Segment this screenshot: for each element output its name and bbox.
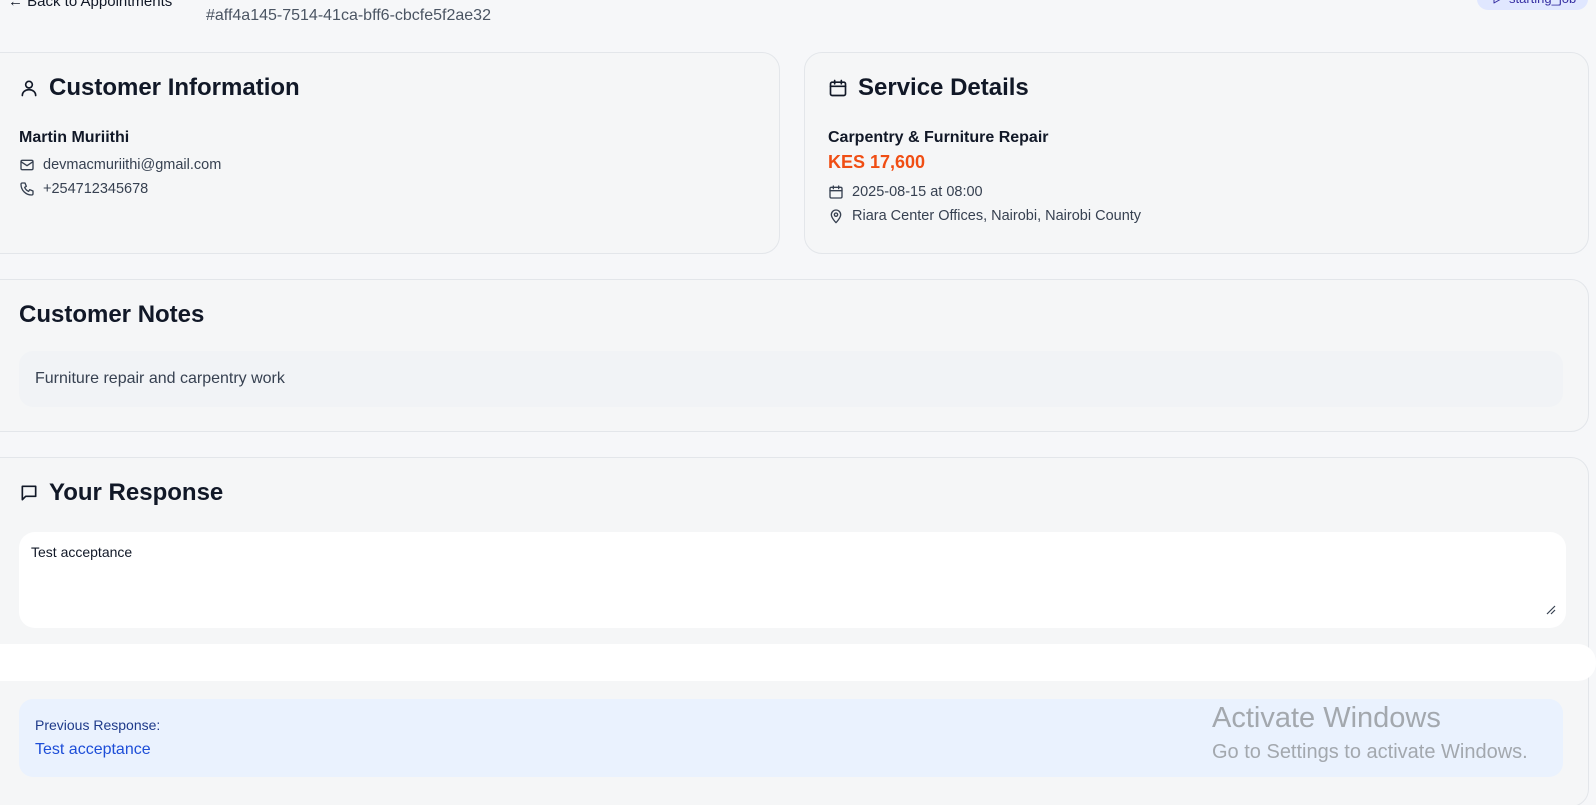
map-pin-icon (828, 208, 844, 224)
customer-phone-row: +254712345678 (19, 181, 148, 197)
service-datetime: 2025-08-15 at 08:00 (852, 184, 983, 200)
customer-information-card: Customer Information Martin Muriithi dev… (0, 52, 780, 254)
calendar-icon (828, 184, 844, 200)
status-badge-label: starting_job (1509, 0, 1576, 10)
customer-email[interactable]: devmacmuriithi@gmail.com (43, 157, 221, 173)
watermark-title: Activate Windows (1212, 702, 1441, 734)
action-strip (0, 644, 1596, 681)
customer-name: Martin Muriithi (19, 129, 130, 146)
service-details-heading: Service Details (828, 74, 1029, 102)
customer-notes-card: Customer Notes Furniture repair and carp… (0, 279, 1589, 432)
customer-information-heading: Customer Information (19, 74, 300, 102)
top-bar: ← Back to Appointments #aff4a145-7514-41… (0, 0, 1596, 40)
customer-information-title: Customer Information (49, 74, 300, 101)
service-location-row: Riara Center Offices, Nairobi, Nairobi C… (828, 208, 1141, 224)
customer-notes-title: Customer Notes (19, 301, 205, 328)
response-input-wrapper (19, 532, 1566, 628)
customer-notes-box: Furniture repair and carpentry work (19, 351, 1563, 407)
your-response-title: Your Response (49, 479, 224, 506)
customer-phone[interactable]: +254712345678 (43, 181, 148, 197)
response-textarea[interactable] (19, 532, 1566, 628)
phone-icon (19, 181, 35, 197)
message-square-icon (19, 483, 39, 503)
resize-handle-icon[interactable] (1544, 602, 1556, 620)
appointment-id: #aff4a145-7514-41ca-bff6-cbcfe5f2ae32 (206, 7, 491, 24)
service-details-card: Service Details Carpentry & Furniture Re… (804, 52, 1589, 254)
mail-icon (19, 157, 35, 173)
status-badge: starting_job (1477, 0, 1589, 10)
calendar-icon (828, 78, 848, 98)
service-price: KES 17,600 (828, 152, 926, 172)
play-icon (1491, 0, 1503, 5)
service-location: Riara Center Offices, Nairobi, Nairobi C… (852, 208, 1142, 224)
user-icon (19, 78, 39, 98)
service-datetime-row: 2025-08-15 at 08:00 (828, 184, 983, 200)
watermark-subtitle: Go to Settings to activate Windows. (1212, 741, 1528, 763)
service-details-title: Service Details (858, 74, 1029, 101)
windows-activation-watermark: Activate Windows Go to Settings to activ… (1212, 700, 1528, 766)
customer-notes-text: Furniture repair and carpentry work (35, 370, 285, 387)
service-name: Carpentry & Furniture Repair (828, 129, 1049, 146)
customer-email-row: devmacmuriithi@gmail.com (19, 157, 221, 173)
your-response-heading: Your Response (19, 479, 223, 507)
back-to-appointments-link[interactable]: ← Back to Appointments (8, 0, 172, 10)
